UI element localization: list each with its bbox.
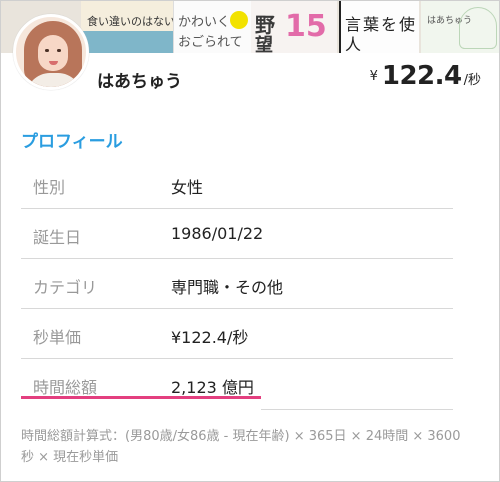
book-cover-5: はあちゅう — [421, 1, 499, 53]
row-value: 2,123 億円 — [171, 378, 254, 397]
profile-row-birthday: 誕生日 1986/01/22 — [21, 209, 453, 259]
book-title-2a: かわいく — [178, 15, 231, 30]
avatar[interactable] — [13, 14, 89, 90]
row-value: 1986/01/22 — [171, 224, 264, 243]
profile-row-unit-price: 秒単価 ¥122.4/秒 — [21, 309, 453, 359]
book-title-3c: 15 — [285, 9, 327, 44]
row-label: 性別 — [33, 178, 66, 197]
book-title-2b: おごられて — [178, 35, 243, 50]
book-cover-3: 野 望 15 — [251, 1, 337, 53]
book-cover-1: 食い違いのはない — [81, 1, 173, 53]
book-title-1: 食い違いのはない — [87, 15, 173, 28]
formula-note: 時間総額計算式：(男80歳/女86歳 - 現在年齢) × 365日 × 24時間… — [21, 429, 461, 465]
book-title-3b: 望 — [255, 35, 273, 53]
section-title: プロフィール — [21, 132, 123, 152]
row-value: ¥122.4/秒 — [171, 328, 249, 347]
highlight-underline — [21, 396, 261, 399]
profile-card: 食い違いのはない かわいく おごられて 野 望 15 言葉を使 人 い はあちゅ… — [0, 0, 500, 482]
rate-per-second: ¥122.4/秒 — [370, 61, 481, 91]
row-value: 女性 — [171, 178, 204, 197]
row-label: 時間総額 — [33, 378, 98, 397]
row-label: 誕生日 — [33, 228, 82, 247]
profile-row-category: カテゴリ 専門職・その他 — [21, 259, 453, 309]
book-cover-4: 言葉を使 人 い — [339, 1, 419, 53]
yellow-dot-icon — [230, 11, 248, 29]
profile-row-total-value: 時間総額 2,123 億円 — [21, 359, 453, 409]
divider — [261, 409, 453, 410]
rate-unit: /秒 — [463, 73, 481, 88]
profile-name: はあちゅう — [97, 72, 182, 92]
profile-row-gender: 性別 女性 — [21, 159, 453, 209]
book-title-4b: 人 い — [345, 35, 419, 53]
rate-currency: ¥ — [369, 69, 378, 84]
sketch-illustration — [459, 7, 497, 49]
row-label: 秒単価 — [33, 328, 82, 347]
rate-value: 122.4 — [381, 61, 462, 91]
book-cover-2: かわいく おごられて — [173, 1, 251, 53]
row-label: カテゴリ — [33, 278, 98, 297]
row-value: 専門職・その他 — [171, 278, 284, 297]
